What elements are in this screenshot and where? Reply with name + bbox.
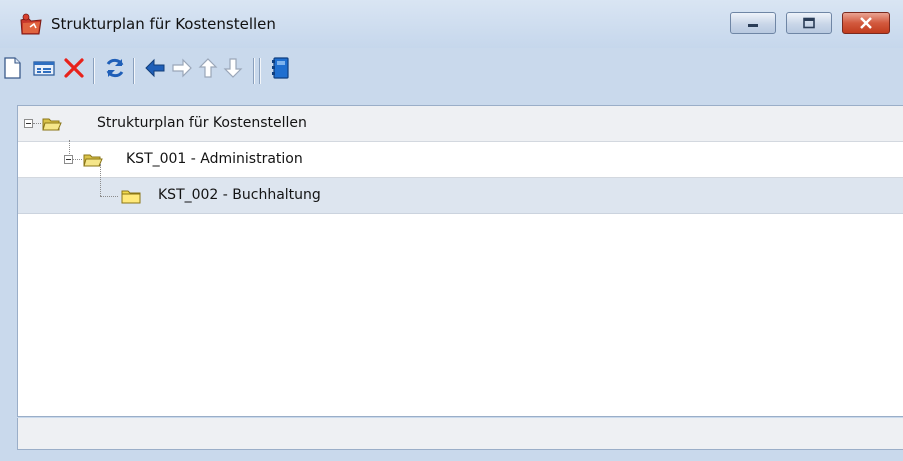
folder-icon — [121, 190, 141, 204]
window-title: Strukturplan für Kostenstellen — [51, 15, 276, 33]
collapse-toggle[interactable] — [64, 155, 73, 164]
toolbar-separator — [259, 58, 260, 84]
minimize-icon — [748, 24, 758, 27]
refresh-icon[interactable] — [103, 56, 127, 80]
tree-node-label: KST_001 - Administration — [126, 151, 303, 167]
close-icon — [860, 17, 872, 29]
tree-line — [100, 164, 101, 196]
arrow-up-icon[interactable] — [196, 56, 220, 80]
tree-line — [100, 196, 118, 197]
title-bar[interactable]: Strukturplan für Kostenstellen — [0, 0, 903, 48]
arrow-right-icon[interactable] — [170, 56, 194, 80]
arrow-down-icon[interactable] — [221, 56, 245, 80]
app-window: Strukturplan für Kostenstellen Strukturp… — [0, 0, 903, 461]
new-document-icon[interactable] — [0, 56, 24, 80]
open-folder-icon — [42, 118, 62, 131]
tree-node-label: KST_002 - Buchhaltung — [158, 187, 321, 203]
app-icon — [20, 13, 42, 35]
tree-view[interactable]: Strukturplan für Kostenstellen KST_001 -… — [17, 105, 903, 417]
tree-node-kst-001[interactable]: KST_001 - Administration — [18, 140, 903, 178]
delete-icon[interactable] — [62, 56, 86, 80]
tree-line — [73, 159, 82, 160]
tree-node-label: Strukturplan für Kostenstellen — [97, 115, 307, 131]
arrow-left-icon[interactable] — [143, 56, 167, 80]
tree-node-kst-002[interactable]: KST_002 - Buchhaltung — [18, 164, 903, 214]
minimize-button[interactable] — [730, 12, 776, 34]
collapse-toggle[interactable] — [24, 119, 33, 128]
close-button[interactable] — [842, 12, 890, 34]
properties-icon[interactable] — [32, 56, 56, 80]
toolbar-separator — [253, 58, 254, 84]
book-icon[interactable] — [268, 56, 292, 80]
tree-line — [33, 123, 41, 124]
tree-node-root[interactable]: Strukturplan für Kostenstellen — [18, 106, 903, 142]
maximize-button[interactable] — [786, 12, 832, 34]
toolbar — [0, 48, 903, 104]
toolbar-separator — [93, 58, 94, 84]
maximize-icon — [803, 17, 815, 29]
toolbar-separator — [133, 58, 134, 84]
status-bar — [17, 418, 903, 450]
